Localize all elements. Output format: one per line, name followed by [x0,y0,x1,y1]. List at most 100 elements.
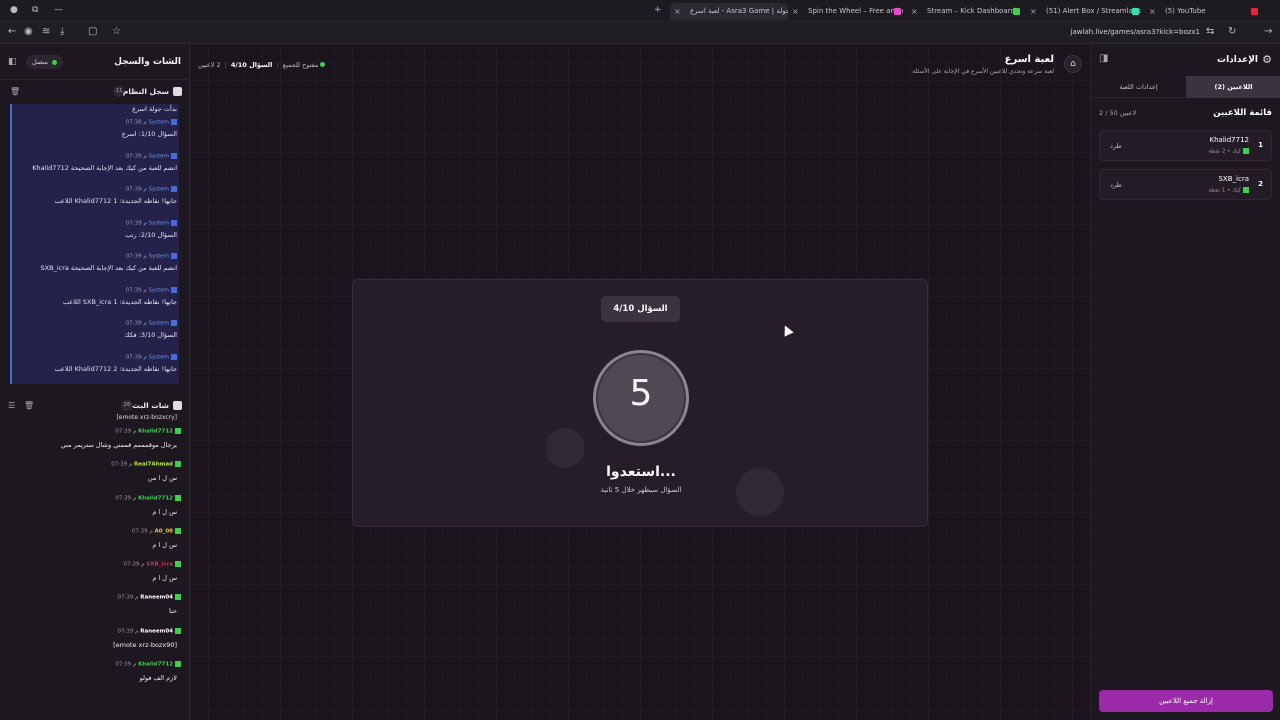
browser-tab[interactable]: ×Spin the Wheel – Free and eas... [788,3,903,20]
log-entry: 07:39 م System اللاعب SXB_icra جابها! نقا… [10,283,179,317]
countdown-card: السؤال 4/10 5 استعدوا... السؤال سيظهر خل… [352,279,928,527]
log-time: 07:39 م [125,253,147,260]
close-icon[interactable]: × [674,3,681,20]
player-name: SXB_icra [1218,175,1249,183]
chat-icon [173,401,182,410]
kick-player-button[interactable]: طرد [1110,181,1122,189]
system-log-list[interactable]: 07:38 م System السؤال 1/10: اسرع 07:39 م S… [0,116,189,384]
extensions-icon[interactable]: ≋ [42,26,50,37]
log-time: 07:38 م [125,119,147,126]
bookmark-icon[interactable]: ☆ [112,26,121,37]
chat-username[interactable]: Raneem04 [140,628,173,634]
log-time: 07:39 م [125,186,147,193]
kick-player-button[interactable]: طرد [1110,142,1122,150]
chat-message: 07:39 م Khalid7712 س ل ا م [0,493,189,526]
kick-badge-icon [175,494,181,501]
chat-time: 07:39 م [131,528,153,535]
download-icon[interactable]: ⤓ [60,26,64,37]
chat-count-badge: 26 [121,400,133,411]
kick-badge-icon [175,428,181,434]
site-settings-icon[interactable]: ⇆ [1206,26,1214,37]
player-card: 2 SXB_icra كيك • 1 نقطة طرد [1099,169,1272,200]
live-chat-title: شات البث [132,401,169,410]
screenshot-icon[interactable]: ▢ [88,26,97,37]
chat-log-panel: ◧ متصل الشات والسجل 🗑 11 سجل النظام بدأت… [0,44,190,720]
log-entry: 07:39 م System SXB_icra انضم للعبة من كيك… [10,250,179,284]
log-message: SXB_icra انضم للعبة من كيك بعد الإجابة ا… [40,264,177,272]
log-user: System [148,253,169,260]
reload-icon[interactable]: ↻ [1228,26,1236,37]
close-icon[interactable]: × [792,3,799,20]
chat-text: س ل ا من [147,474,177,483]
chat-time: 07:39 م [123,561,145,568]
log-meta: 07:39 م System [125,286,177,293]
forward-icon[interactable]: → [1264,26,1272,37]
chat-username[interactable]: Raneem04 [140,595,173,601]
trash-icon[interactable]: 🗑 [10,87,20,96]
chat-username[interactable]: Khalid7712 [138,429,173,435]
system-icon [171,119,177,125]
log-meta: 07:38 م System [126,119,177,126]
browser-tab[interactable]: × (51) Alert Box / Streamlabs [1026,3,1141,20]
streamlabs-favicon-icon [1132,8,1139,15]
close-icon[interactable]: × [1030,3,1037,20]
log-meta: 07:39 م System [126,253,177,260]
minimize-icon[interactable]: — [54,5,63,15]
close-icon[interactable]: × [911,3,918,20]
tab-list-icon[interactable]: ⧉ [32,5,38,15]
log-entry: بدأت جولة اسرع [10,104,179,116]
chat-message: 07:39 م SXB_icra س ل ا م [0,559,189,592]
filter-icon[interactable]: ☰ [8,401,15,410]
chat-message: 07:39 م Raneem04 [emote xrz-bozx90] [0,626,189,659]
browser-tab[interactable]: ×لعبة اسرع - Asra3 Game | جولة [670,3,788,20]
chat-username[interactable]: A0_08 [155,528,174,534]
sidebar-toggle-icon[interactable]: ◧ [8,57,17,67]
game-subtitle: لعبة سرعة وتحدي للاعبين الأسرع في الإجاب… [912,68,1054,75]
chat-message: [emote xrz-bozxcry] [116,414,177,421]
trash-icon[interactable]: 🗑 [24,401,34,410]
online-dot-icon [320,62,326,67]
back-icon[interactable]: ← [8,26,16,37]
settings-title: الإعدادات [1217,55,1258,65]
browser-tab[interactable]: × (5) YouTube [1145,3,1260,20]
question-pill: السؤال 4/10 [601,296,680,322]
tab-players[interactable]: اللاعبين (2) [1186,76,1280,98]
log-time: 07:39 م [125,220,147,226]
browser-tab[interactable]: × Stream – Kick Dashboard [907,3,1022,20]
url-text[interactable]: jawlah.live/games/asra3?kick=bozx1 [1071,28,1200,36]
system-log-header: 🗑 11 سجل النظام [0,80,189,104]
home-icon[interactable]: ⌂ [1064,55,1082,73]
ready-title: استعدوا... [606,464,676,480]
chat-text: س ل ا م [152,507,177,516]
system-icon [171,219,177,226]
chat-username[interactable]: Real7Ahmad [134,462,173,468]
log-icon [173,87,182,96]
player-detail-text: كيك • 1 نقطة [1208,187,1241,194]
ready-subtitle: السؤال سيظهر خلال 5 ثانية [600,486,682,494]
live-chat-list[interactable]: 07:39 م Khalid7712 يرجال موقمممم قممني وش… [0,426,189,692]
log-meta: 07:39 م System [125,219,177,226]
chat-meta: 07:39 م Raneem04 [118,594,181,601]
new-tab-icon[interactable]: + [654,5,662,15]
log-message: السؤال 1/10: اسرع [121,130,177,138]
chat-panel-header: ◧ متصل الشات والسجل [0,44,189,80]
log-time: 07:39 م [125,287,147,293]
clear-players-button[interactable]: إزالة جميع اللاعبين [1099,690,1273,712]
browser-menu-icon[interactable]: ● [10,5,18,15]
tab-game-settings[interactable]: إعدادات اللعبة [1091,76,1186,98]
vpn-icon[interactable]: ◉ [24,26,33,37]
chat-username[interactable]: SXB_icra [146,562,173,568]
collapse-panel-icon[interactable]: ◨ [1099,53,1108,64]
system-icon [171,152,177,159]
log-entry: 07:39 م System السؤال 2/10: رتب [10,216,179,250]
chat-username[interactable]: Khalid7712 [138,662,173,668]
log-message: السؤال 3/10: فكك [124,331,177,339]
settings-tabs: إعدادات اللعبة اللاعبين (2) [1091,76,1280,98]
log-user: System [148,220,169,226]
log-time: 07:39 م [125,153,147,159]
kick-badge-icon [1243,148,1249,154]
log-user: System [148,320,169,327]
close-icon[interactable]: × [1149,3,1156,20]
system-log-title: سجل النظام [122,87,169,96]
chat-username[interactable]: Khalid7712 [138,495,173,501]
